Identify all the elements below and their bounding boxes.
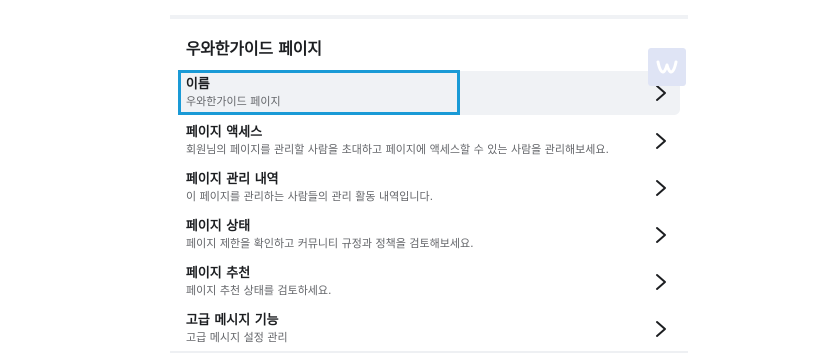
- chevron-right-icon: [656, 227, 666, 243]
- panel-title: 우와한가이드 페이지: [186, 39, 323, 58]
- chevron-right-icon: [656, 180, 666, 196]
- settings-item-description: 이 페이지를 관리하는 사람들의 관리 활동 내역입니다.: [186, 190, 434, 203]
- settings-item-title: 페이지 추천: [186, 266, 251, 281]
- settings-item-description: 우와한가이드 페이지: [186, 95, 281, 108]
- settings-item-description: 페이지 추천 상태를 검토하세요.: [186, 284, 332, 297]
- settings-item-page-access[interactable]: 페이지 액세스 회원님의 페이지를 관리할 사람을 초대하고 페이지에 액세스할…: [178, 119, 680, 163]
- settings-item-title: 고급 메시지 기능: [186, 313, 279, 328]
- settings-item-title: 페이지 관리 내역: [186, 172, 279, 187]
- settings-item-name[interactable]: 이름 우와한가이드 페이지: [178, 71, 680, 115]
- settings-item-description: 고급 메시지 설정 관리: [186, 331, 288, 344]
- settings-item-advanced-messaging[interactable]: 고급 메시지 기능 고급 메시지 설정 관리: [178, 307, 680, 351]
- settings-panel: 우와한가이드 페이지 이름 우와한가이드 페이지 페이지 액세스 회원님의 페이…: [170, 15, 688, 353]
- settings-item-title: 페이지 상태: [186, 219, 251, 234]
- settings-item-description: 페이지 제한을 확인하고 커뮤니티 규정과 정책을 검토해보세요.: [186, 237, 474, 250]
- watermark-badge: [648, 48, 686, 86]
- settings-item-page-recommendation[interactable]: 페이지 추천 페이지 추천 상태를 검토하세요.: [178, 260, 680, 304]
- chevron-right-icon: [656, 321, 666, 337]
- settings-item-management-history[interactable]: 페이지 관리 내역 이 페이지를 관리하는 사람들의 관리 활동 내역입니다.: [178, 166, 680, 210]
- w-logo-icon: [656, 60, 678, 74]
- settings-item-title: 이름: [186, 77, 210, 92]
- settings-item-page-status[interactable]: 페이지 상태 페이지 제한을 확인하고 커뮤니티 규정과 정책을 검토해보세요.: [178, 213, 680, 257]
- chevron-right-icon: [656, 133, 666, 149]
- settings-item-title: 페이지 액세스: [186, 125, 263, 140]
- chevron-right-icon: [656, 85, 666, 101]
- chevron-right-icon: [656, 274, 666, 290]
- settings-item-description: 회원님의 페이지를 관리할 사람을 초대하고 페이지에 액세스할 수 있는 사람…: [186, 143, 610, 156]
